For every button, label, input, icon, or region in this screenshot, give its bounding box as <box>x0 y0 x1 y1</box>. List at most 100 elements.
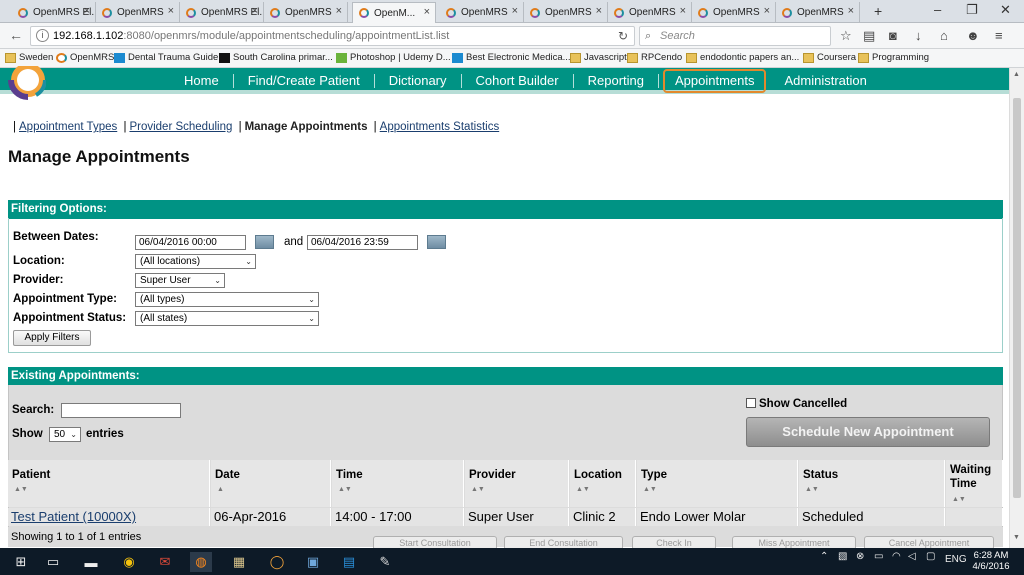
action-center-icon[interactable]: ▢ <box>926 551 935 562</box>
column-header-status[interactable]: Status ▲▼ <box>799 460 945 507</box>
end-date-input[interactable]: 06/04/2016 23:59 <box>307 235 418 250</box>
restore-icon[interactable]: ❐ <box>966 2 978 18</box>
nav-cohort-builder[interactable]: Cohort Builder <box>462 74 574 88</box>
bookmark-item[interactable]: Coursera <box>803 52 856 63</box>
browser-tab-active[interactable]: OpenM... × <box>352 2 436 23</box>
openmrs-taskbar-icon[interactable]: ◯ <box>266 552 288 572</box>
appointment-type-select[interactable]: (All types) ⌄ <box>135 292 319 307</box>
windows-start-icon[interactable]: ⊞ <box>10 552 32 572</box>
nav-administration[interactable]: Administration <box>770 74 880 88</box>
search-input[interactable] <box>61 403 181 418</box>
browser-tab[interactable]: OpenMRS El... × <box>12 2 96 23</box>
bookmark-item[interactable]: Javascript <box>570 52 627 63</box>
reading-list-icon[interactable]: ▤ <box>863 28 875 44</box>
browser-tab[interactable]: OpenMRS El... × <box>180 2 264 23</box>
close-tab-icon[interactable]: × <box>680 5 686 17</box>
calendar-icon[interactable] <box>427 235 446 249</box>
tray-app-icon[interactable]: ▧ <box>838 551 847 562</box>
openmrs-logo[interactable] <box>6 66 46 102</box>
appointment-status-select[interactable]: (All states) ⌄ <box>135 311 319 326</box>
taskbar-clock[interactable]: 6:28 AM 4/6/2016 <box>967 550 1015 572</box>
calendar-icon[interactable] <box>255 235 274 249</box>
browser-tab[interactable]: OpenMRS × <box>440 2 524 23</box>
close-tab-icon[interactable]: × <box>168 5 174 17</box>
task-view-icon[interactable]: ▭ <box>42 552 64 572</box>
nav-reporting[interactable]: Reporting <box>574 74 659 88</box>
schedule-new-appointment-button[interactable]: Schedule New Appointment <box>746 417 990 447</box>
close-tab-icon[interactable]: × <box>848 5 854 17</box>
patient-link[interactable]: Test Patient (10000X) <box>11 509 136 524</box>
apply-filters-button[interactable]: Apply Filters <box>13 330 91 346</box>
browser-tab[interactable]: OpenMRS × <box>608 2 692 23</box>
close-tab-icon[interactable]: × <box>84 5 90 17</box>
table-cell-patient[interactable]: Test Patient (10000X) <box>8 508 210 526</box>
browser-tab[interactable]: OpenMRS × <box>524 2 608 23</box>
back-icon[interactable]: ← <box>9 27 23 43</box>
location-select[interactable]: (All locations) ⌄ <box>135 254 256 269</box>
column-header-time[interactable]: Time ▲▼ <box>332 460 464 507</box>
home-icon[interactable]: ⌂ <box>940 28 948 43</box>
close-tab-icon[interactable]: × <box>424 6 430 18</box>
browser-search-input[interactable]: ⌕ Search <box>639 26 831 46</box>
teamviewer-icon[interactable]: ▤ <box>338 552 360 572</box>
nav-appointments[interactable]: Appointments <box>662 69 767 93</box>
reload-icon[interactable]: ↻ <box>618 29 628 43</box>
bookmark-item[interactable]: Best Electronic Medica... <box>452 52 571 63</box>
firefox-icon[interactable]: ◍ <box>190 552 212 572</box>
browser-tab[interactable]: OpenMRS × <box>264 2 348 23</box>
close-tab-icon[interactable]: × <box>336 5 342 17</box>
bookmark-item[interactable]: Sweden <box>5 52 53 63</box>
close-tab-icon[interactable]: × <box>596 5 602 17</box>
battery-icon[interactable]: ▭ <box>874 551 883 562</box>
column-header-type[interactable]: Type ▲▼ <box>637 460 798 507</box>
page-scrollbar[interactable]: ▲ ▼ <box>1009 68 1024 548</box>
column-header-waiting-time[interactable]: Waiting Time ▲▼ <box>946 460 1003 507</box>
gmail-icon[interactable]: ✉ <box>154 552 176 572</box>
provider-select[interactable]: Super User ⌄ <box>135 273 225 288</box>
bookmark-item[interactable]: RPCendo <box>627 52 682 63</box>
info-icon[interactable]: i <box>36 29 49 42</box>
browser-tab[interactable]: OpenMRS × <box>96 2 180 23</box>
close-window-icon[interactable]: ✕ <box>1000 2 1011 18</box>
bookmark-item[interactable]: Programming <box>858 52 929 63</box>
column-header-provider[interactable]: Provider ▲▼ <box>465 460 569 507</box>
link-appointments-statistics[interactable]: Appointments Statistics <box>380 121 500 133</box>
start-date-input[interactable]: 06/04/2016 00:00 <box>135 235 246 250</box>
bookmark-star-icon[interactable]: ☆ <box>840 28 852 44</box>
scroll-up-icon[interactable]: ▲ <box>1013 71 1020 78</box>
browser-tab[interactable]: OpenMRS × <box>692 2 776 23</box>
pocket-icon[interactable]: ◙ <box>889 28 897 43</box>
paint-icon[interactable]: ✎ <box>374 552 396 572</box>
column-header-date[interactable]: Date ▲ <box>211 460 331 507</box>
page-size-select[interactable]: 50 ⌄ <box>49 427 81 442</box>
nav-home[interactable]: Home <box>170 74 234 88</box>
column-header-location[interactable]: Location ▲▼ <box>570 460 636 507</box>
wifi-icon[interactable]: ◠ <box>892 551 901 562</box>
tray-app-icon[interactable]: ⊗ <box>856 551 864 562</box>
close-tab-icon[interactable]: × <box>252 5 258 17</box>
remote-desktop-icon[interactable]: ▣ <box>302 552 324 572</box>
close-tab-icon[interactable]: × <box>764 5 770 17</box>
language-indicator[interactable]: ENG <box>945 554 967 565</box>
link-provider-scheduling[interactable]: Provider Scheduling <box>129 121 232 133</box>
close-tab-icon[interactable]: × <box>512 5 518 17</box>
nav-dictionary[interactable]: Dictionary <box>375 74 462 88</box>
browser-tab[interactable]: OpenMRS × <box>776 2 860 23</box>
nav-find-create-patient[interactable]: Find/Create Patient <box>234 74 375 88</box>
column-header-patient[interactable]: Patient ▲▼ <box>8 460 210 507</box>
chat-icon[interactable]: ☻ <box>966 28 980 43</box>
address-bar[interactable]: i 192.168.1.102:8080/openmrs/module/appo… <box>30 26 635 46</box>
bookmark-item[interactable]: South Carolina primar... <box>219 52 333 63</box>
chrome-icon[interactable]: ◉ <box>118 552 140 572</box>
show-cancelled-checkbox[interactable] <box>746 398 756 408</box>
link-appointment-types[interactable]: Appointment Types <box>19 121 117 133</box>
bookmark-item[interactable]: OpenMRS <box>56 52 114 63</box>
new-tab-icon[interactable]: + <box>874 3 882 19</box>
scrollbar-thumb[interactable] <box>1013 98 1021 498</box>
file-explorer-icon[interactable]: ▬ <box>80 552 102 572</box>
app-icon[interactable]: ▦ <box>228 552 250 572</box>
tray-expand-icon[interactable]: ⌃ <box>820 551 828 562</box>
menu-icon[interactable]: ≡ <box>995 28 1003 43</box>
scroll-down-icon[interactable]: ▼ <box>1013 534 1020 541</box>
bookmark-item[interactable]: Dental Trauma Guide <box>114 52 218 63</box>
